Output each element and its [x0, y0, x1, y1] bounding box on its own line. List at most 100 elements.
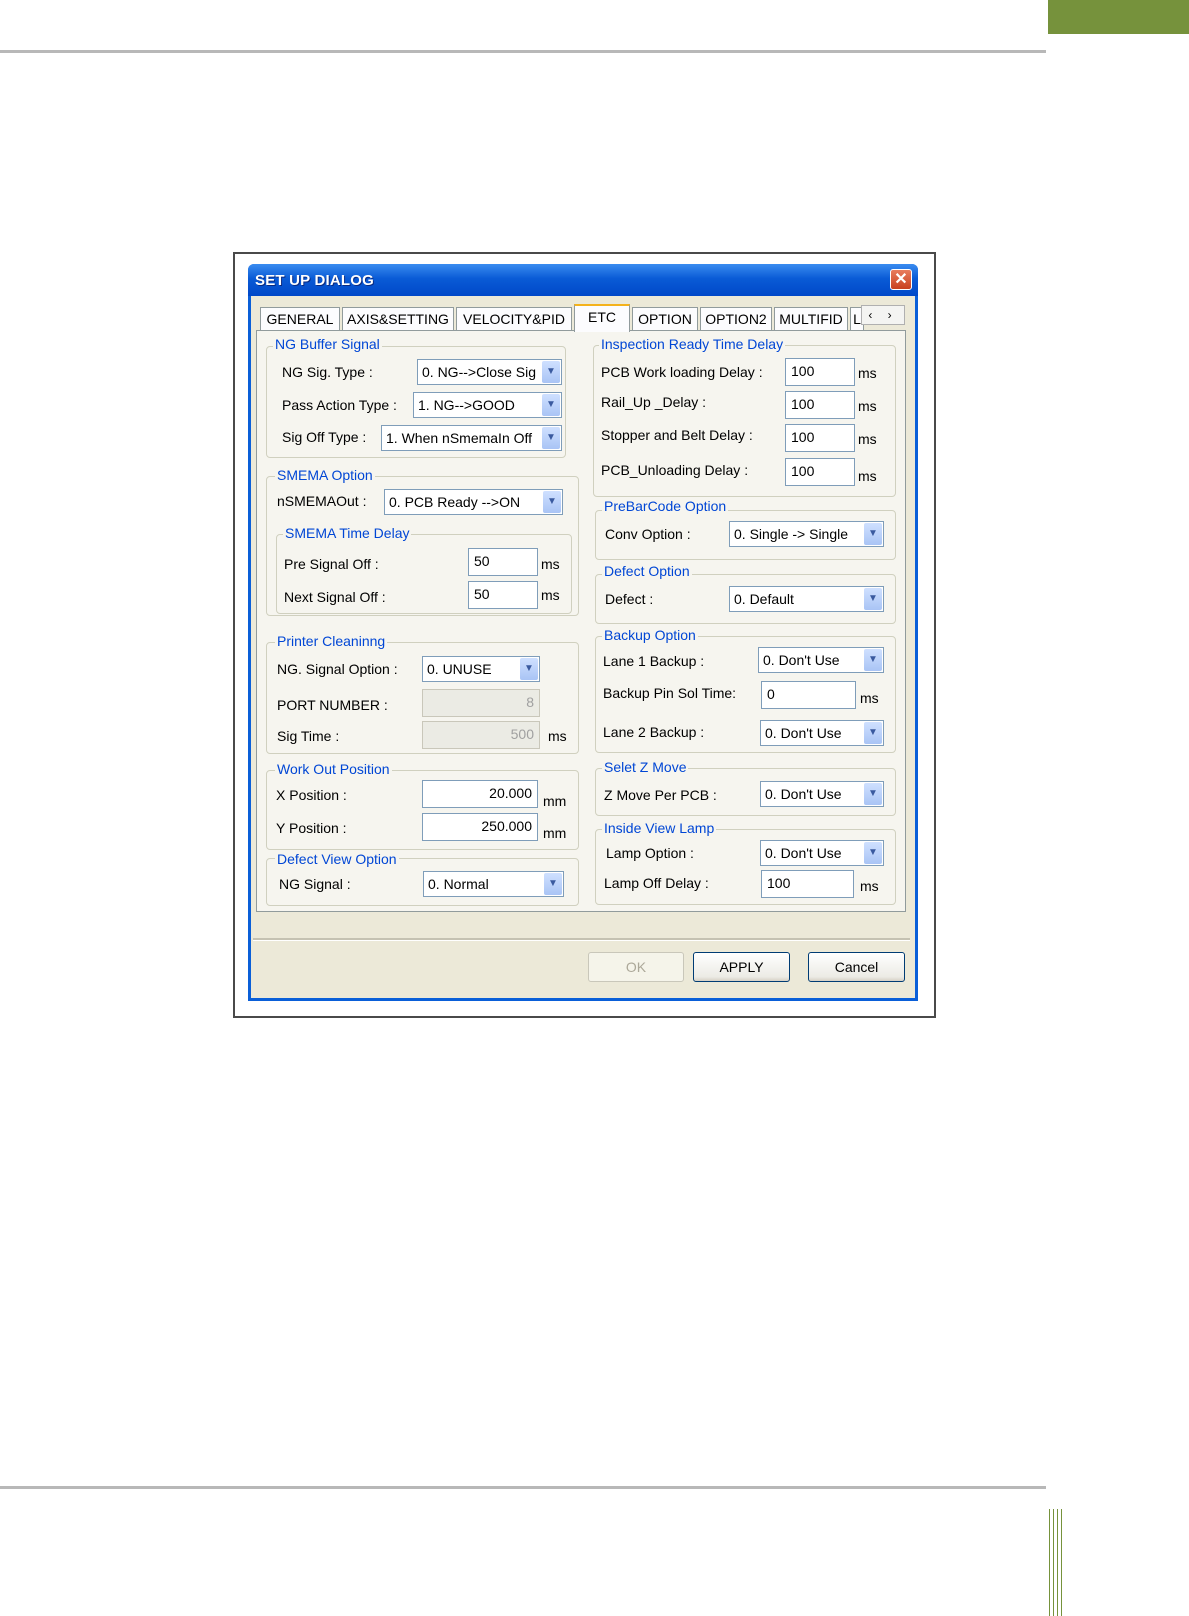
chevron-down-icon[interactable]: ▼ — [864, 523, 882, 545]
sig-time-label: Sig Time : — [277, 728, 340, 744]
backup-pin-sol-unit: ms — [860, 690, 879, 706]
rail-up-unit: ms — [858, 398, 877, 414]
footer-rule — [0, 1486, 1046, 1489]
pcb-loading-delay-label: PCB Work loading Delay : — [601, 364, 763, 380]
chevron-down-icon[interactable]: ▼ — [544, 873, 562, 895]
chevron-down-icon[interactable]: ▼ — [864, 842, 882, 864]
chevron-down-icon[interactable]: ▼ — [542, 361, 560, 383]
rail-up-delay-input[interactable]: 100 — [785, 391, 855, 419]
x-position-label: X Position : — [276, 787, 347, 803]
apply-button[interactable]: APPLY — [693, 952, 790, 982]
close-button[interactable]: ✕ — [890, 269, 912, 290]
chevron-down-icon[interactable]: ▼ — [864, 588, 882, 610]
rail-up-delay-label: Rail_Up _Delay : — [601, 394, 707, 410]
pass-action-combo[interactable]: 1. NG-->GOOD ▼ — [413, 392, 562, 418]
stopper-belt-delay-input[interactable]: 100 — [785, 424, 855, 452]
lamp-option-combo[interactable]: 0. Don't Use ▼ — [760, 840, 884, 866]
chevron-down-icon[interactable]: ▼ — [864, 649, 882, 671]
tab-general[interactable]: GENERAL — [260, 307, 340, 330]
ok-button[interactable]: OK — [588, 952, 684, 982]
inspection-ready-title: Inspection Ready Time Delay — [599, 336, 786, 352]
x-position-input[interactable]: 20.000 — [422, 780, 538, 808]
pcb-loading-unit: ms — [858, 365, 877, 381]
cancel-button[interactable]: Cancel — [808, 952, 905, 982]
sig-time-unit: ms — [548, 728, 567, 744]
pre-signal-off-label: Pre Signal Off : — [284, 556, 379, 572]
stopper-belt-delay-label: Stopper and Belt Delay : — [601, 427, 753, 443]
chevron-down-icon[interactable]: ▼ — [864, 722, 882, 744]
window-title: SET UP DIALOG — [255, 272, 375, 289]
chevron-down-icon[interactable]: ▼ — [542, 427, 560, 449]
prebarcode-title: PreBarCode Option — [602, 498, 729, 514]
next-signal-off-label: Next Signal Off : — [284, 589, 386, 605]
z-move-title: Selet Z Move — [602, 759, 689, 775]
tab-scroll-arrows[interactable]: ‹ › — [861, 305, 905, 325]
stopper-belt-unit: ms — [858, 431, 877, 447]
lamp-option-label: Lamp Option : — [606, 845, 694, 861]
next-signal-unit: ms — [541, 587, 560, 603]
defect-option-title: Defect Option — [602, 563, 692, 579]
nsmemaout-combo[interactable]: 0. PCB Ready -->ON ▼ — [384, 489, 563, 515]
work-out-title: Work Out Position — [275, 761, 392, 777]
sig-time-input: 500 — [422, 721, 540, 749]
lane2-backup-combo[interactable]: 0. Don't Use ▼ — [760, 720, 884, 746]
sig-off-type-combo[interactable]: 1. When nSmemaIn Off ▼ — [381, 425, 562, 451]
conv-option-combo[interactable]: 0. Single -> Single ▼ — [729, 521, 884, 547]
conv-option-label: Conv Option : — [605, 526, 691, 542]
lane1-backup-combo[interactable]: 0. Don't Use ▼ — [758, 647, 884, 673]
tab-multifid[interactable]: MULTIFID — [774, 307, 848, 330]
page-corner-tab — [1048, 0, 1189, 34]
ng-signal-option-label: NG. Signal Option : — [277, 661, 398, 677]
footer-vertical-lines — [1049, 1509, 1063, 1616]
button-separator — [253, 938, 910, 941]
sig-off-type-label: Sig Off Type : — [282, 429, 367, 445]
lamp-off-delay-label: Lamp Off Delay : — [604, 875, 709, 891]
defect-label: Defect : — [605, 591, 654, 607]
inside-lamp-title: Inside View Lamp — [602, 820, 717, 836]
tab-velocity-pid[interactable]: VELOCITY&PID — [456, 307, 572, 330]
z-move-per-pcb-label: Z Move Per PCB : — [604, 787, 717, 803]
title-bar[interactable]: SET UP DIALOG ✕ — [248, 264, 918, 296]
ng-signal-option-combo[interactable]: 0. UNUSE ▼ — [422, 656, 540, 682]
backup-option-title: Backup Option — [602, 627, 698, 643]
port-number-label: PORT NUMBER : — [277, 697, 388, 713]
ng-signal-combo[interactable]: 0. Normal ▼ — [423, 871, 564, 897]
x-position-unit: mm — [543, 793, 567, 809]
tab-etc[interactable]: ETC — [574, 304, 630, 332]
chevron-down-icon[interactable]: ▼ — [543, 491, 561, 513]
tab-option2[interactable]: OPTION2 — [700, 307, 772, 330]
pcb-unloading-unit: ms — [858, 468, 877, 484]
smema-title: SMEMA Option — [275, 467, 375, 483]
tab-axis-setting[interactable]: AXIS&SETTING — [342, 307, 454, 330]
pre-signal-off-input[interactable]: 50 — [468, 548, 538, 576]
y-position-label: Y Position : — [276, 820, 347, 836]
chevron-down-icon[interactable]: ▼ — [542, 394, 560, 416]
y-position-input[interactable]: 250.000 — [422, 813, 538, 841]
defect-combo[interactable]: 0. Default ▼ — [729, 586, 884, 612]
lamp-off-delay-unit: ms — [860, 878, 879, 894]
pass-action-label: Pass Action Type : — [282, 397, 397, 413]
ng-buffer-title: NG Buffer Signal — [273, 336, 382, 352]
backup-pin-sol-label: Backup Pin Sol Time: — [603, 685, 737, 701]
pcb-unloading-delay-input[interactable]: 100 — [785, 458, 855, 486]
tab-option[interactable]: OPTION — [632, 307, 698, 330]
printer-cleaning-title: Printer Cleaninng — [275, 633, 388, 649]
pcb-unloading-delay-label: PCB_Unloading Delay : — [601, 462, 749, 478]
nsmemaout-label: nSMEMAOut : — [277, 493, 367, 509]
pcb-loading-delay-input[interactable]: 100 — [785, 358, 855, 386]
lane2-backup-label: Lane 2 Backup : — [603, 724, 705, 740]
header-rule — [0, 50, 1046, 53]
chevron-down-icon[interactable]: ▼ — [864, 783, 882, 805]
lamp-off-delay-input[interactable]: 100 — [761, 870, 854, 898]
chevron-down-icon[interactable]: ▼ — [520, 658, 538, 680]
port-number-input: 8 — [422, 689, 540, 717]
ng-signal-label: NG Signal : — [279, 876, 351, 892]
pre-signal-unit: ms — [541, 556, 560, 572]
lane1-backup-label: Lane 1 Backup : — [603, 653, 705, 669]
z-move-per-pcb-combo[interactable]: 0. Don't Use ▼ — [760, 781, 884, 807]
next-signal-off-input[interactable]: 50 — [468, 581, 538, 609]
ng-sig-type-label: NG Sig. Type : — [282, 364, 373, 380]
backup-pin-sol-input[interactable]: 0 — [761, 681, 856, 709]
ng-sig-type-combo[interactable]: 0. NG-->Close Sig ▼ — [417, 359, 562, 385]
defect-view-title: Defect View Option — [275, 851, 399, 867]
